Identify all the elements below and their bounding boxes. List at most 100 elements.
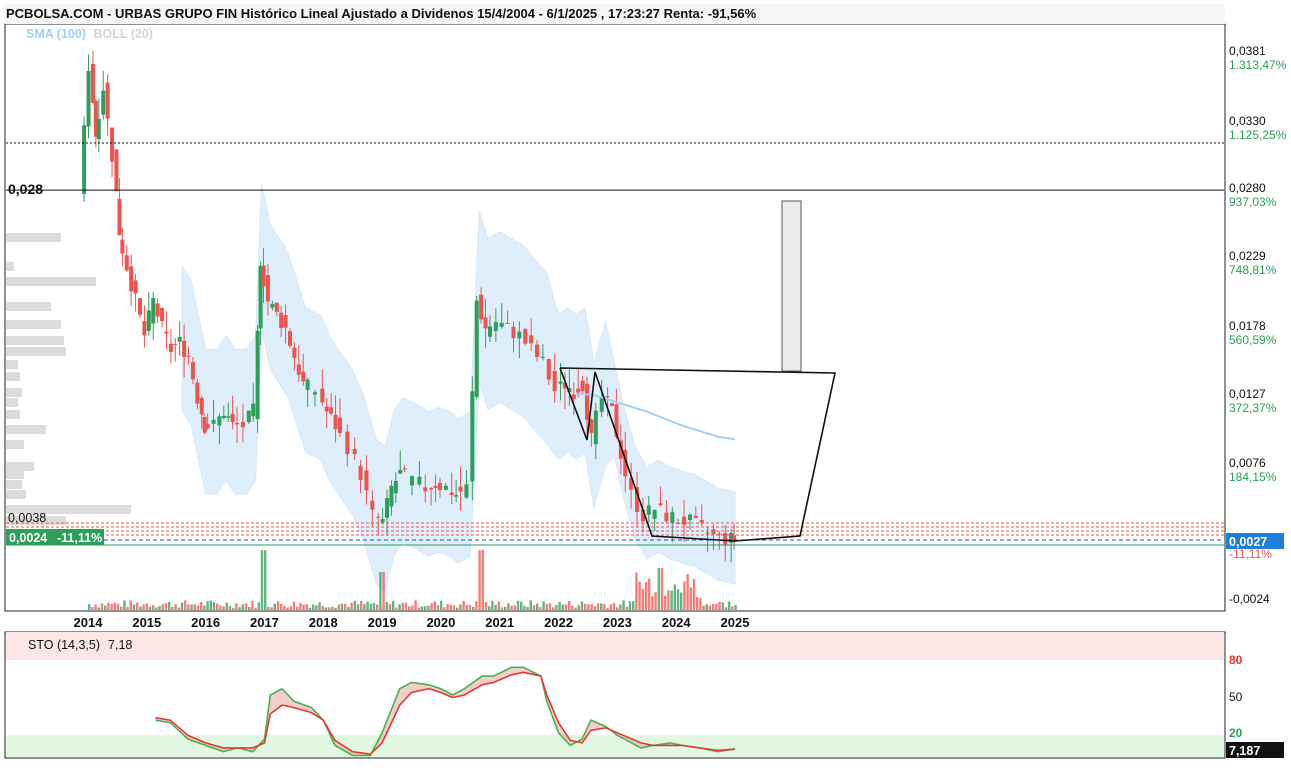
volume-bar bbox=[651, 596, 654, 610]
candle-body bbox=[329, 407, 334, 414]
volume-bar bbox=[286, 607, 289, 610]
volume-bar bbox=[504, 606, 507, 610]
volume-bar bbox=[228, 605, 232, 610]
price-tick-label: 0,0076 bbox=[1229, 456, 1266, 470]
volume-bar bbox=[91, 607, 94, 610]
candle-body bbox=[571, 394, 576, 400]
price-tick-label: 0,0178 bbox=[1229, 319, 1266, 333]
volume-bar bbox=[427, 605, 430, 610]
volume-bar bbox=[683, 581, 686, 610]
volume-bar bbox=[340, 603, 344, 610]
volume-bar bbox=[148, 606, 152, 610]
candle-body bbox=[699, 519, 704, 523]
volume-bar bbox=[251, 600, 254, 610]
volume-profile-bar bbox=[6, 336, 64, 345]
candle-body bbox=[464, 484, 469, 498]
volume-bar bbox=[548, 603, 552, 610]
candle-body bbox=[385, 498, 390, 518]
volume-bar bbox=[641, 588, 644, 610]
volume-bar bbox=[622, 600, 625, 610]
volume-bar bbox=[731, 606, 734, 610]
volume-bar bbox=[456, 607, 459, 610]
candle-body bbox=[190, 362, 195, 380]
chart-canvas: 2014 2015 2016 2017 2018 2019 2020 2021 2022 2023… bbox=[4, 4, 1287, 759]
volume-bar bbox=[184, 600, 187, 610]
volume-bar bbox=[625, 606, 628, 610]
candle-body bbox=[337, 417, 342, 433]
pct-tick-label: 372,37% bbox=[1229, 401, 1277, 415]
candle-body bbox=[333, 414, 338, 430]
volume-bar bbox=[555, 605, 558, 610]
candle-body bbox=[345, 431, 350, 455]
volume-bar bbox=[88, 604, 91, 610]
volume-bar bbox=[350, 602, 353, 610]
boll-legend[interactable]: BOLL (20) bbox=[93, 27, 153, 41]
current-left-label: 0,0024 bbox=[9, 531, 47, 545]
volume-bar bbox=[449, 604, 452, 610]
volume-bar bbox=[609, 604, 612, 610]
volume-bar bbox=[574, 607, 577, 610]
volume-bar bbox=[292, 601, 296, 610]
volume-bar bbox=[129, 600, 132, 610]
volume-bar bbox=[244, 603, 248, 610]
volume-bar bbox=[475, 601, 478, 610]
sto-name: STO (14,3,5) bbox=[28, 638, 101, 652]
volume-bar bbox=[686, 574, 689, 610]
candle-body bbox=[287, 331, 292, 346]
volume-bar bbox=[513, 605, 516, 610]
candle-body bbox=[393, 481, 398, 494]
volume-bar bbox=[606, 608, 609, 610]
volume-bar bbox=[446, 604, 449, 610]
candle-body bbox=[124, 255, 129, 271]
volume-bar bbox=[283, 605, 286, 610]
volume-bar bbox=[564, 604, 568, 610]
volume-bar bbox=[404, 602, 408, 610]
volume-bar bbox=[424, 606, 427, 610]
x-tick-label: 2018 bbox=[309, 615, 338, 630]
volume-profile-bar bbox=[6, 490, 26, 499]
candle-body bbox=[324, 406, 329, 412]
volume-bar bbox=[222, 606, 225, 610]
volume-bar bbox=[225, 602, 228, 610]
volume-bar bbox=[392, 600, 395, 610]
candle-body bbox=[546, 359, 551, 380]
candle-body bbox=[580, 380, 585, 392]
volume-profile-bar bbox=[6, 410, 20, 419]
volume-bar bbox=[139, 606, 142, 610]
volume-bar bbox=[587, 604, 590, 610]
candle-body bbox=[487, 326, 492, 337]
volume-bar bbox=[558, 602, 561, 610]
volume-bar bbox=[110, 604, 113, 610]
pct-tick-label: 1.125,25% bbox=[1229, 128, 1287, 142]
volume-bar bbox=[235, 603, 238, 610]
background-layer bbox=[6, 233, 131, 525]
candle-body bbox=[576, 388, 581, 393]
price-tick-label: 0,0381 bbox=[1229, 44, 1266, 58]
candle-body bbox=[479, 294, 484, 320]
bollinger-band bbox=[181, 183, 736, 592]
volume-bar bbox=[209, 600, 212, 610]
candle-body bbox=[358, 465, 363, 480]
volume-bar bbox=[126, 607, 129, 610]
sto-value: 7,18 bbox=[108, 638, 133, 652]
volume-bar bbox=[420, 606, 424, 610]
volume-bar bbox=[481, 550, 484, 610]
candle-body bbox=[160, 307, 165, 322]
candle-body bbox=[142, 321, 147, 336]
candle-body bbox=[105, 82, 110, 119]
pct-tick-label: 1.313,47% bbox=[1229, 58, 1287, 72]
volume-bar bbox=[715, 603, 718, 610]
chart-title: PCBOLSA.COM - URBAS GRUPO FIN Histórico … bbox=[6, 6, 757, 21]
sto-level-20: 20 bbox=[1229, 726, 1243, 740]
volume-bar bbox=[628, 601, 632, 610]
candle-body bbox=[120, 239, 125, 254]
volume-bar bbox=[366, 601, 369, 610]
volume-bar bbox=[414, 600, 417, 610]
sma-legend[interactable]: SMA (100) bbox=[26, 27, 86, 41]
volume-bar bbox=[280, 604, 283, 610]
bollinger-band-area bbox=[181, 183, 736, 592]
sto-legend: STO (14,3,5) 7,18 bbox=[28, 638, 132, 652]
indicator-legend: SMA (100) BOLL (20) bbox=[26, 27, 153, 41]
volume-bar bbox=[206, 601, 209, 610]
candle-body bbox=[283, 314, 288, 328]
